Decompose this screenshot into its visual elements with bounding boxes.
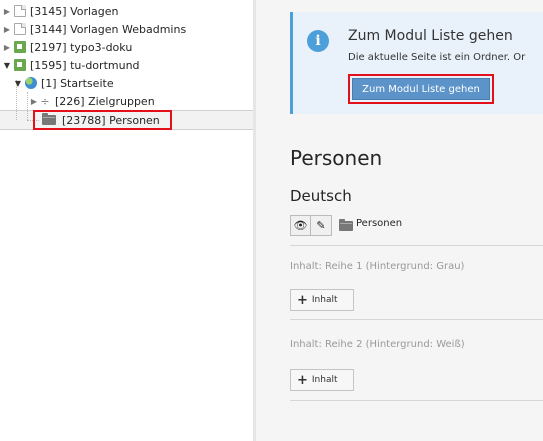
divider — [290, 319, 543, 320]
add-content-label: Inhalt — [311, 375, 338, 385]
tree-item-label: [3144] Vorlagen Webadmins — [30, 22, 187, 36]
folder-icon — [339, 219, 353, 231]
tree-item-label: [1595] tu-dortmund — [30, 58, 140, 72]
page-tree: ▶ [3145] Vorlagen ▶ [3144] Vorlagen Weba… — [0, 0, 256, 441]
plus-icon: + — [297, 372, 308, 388]
tree-connector — [27, 92, 28, 120]
column-title: Inhalt: Reihe 2 (Hintergrund: Weiß) — [290, 339, 465, 350]
go-to-list-module-button[interactable]: Zum Modul Liste gehen — [352, 78, 490, 100]
tree-item-label: [1] Startseite — [41, 76, 114, 90]
page-module-content: i Zum Modul Liste gehen Die aktuelle Sei… — [256, 0, 543, 441]
plus-icon: + — [297, 292, 308, 308]
divider — [290, 245, 543, 246]
add-content-label: Inhalt — [311, 295, 338, 305]
edit-page-button[interactable]: ✎ — [311, 215, 332, 236]
language-heading: Deutsch — [290, 187, 352, 205]
page-icon — [14, 23, 26, 35]
info-icon: i — [307, 30, 329, 52]
globe-icon — [25, 77, 37, 89]
view-page-button[interactable]: 👁 — [290, 215, 311, 236]
collapse-arrow-icon[interactable]: ▼ — [13, 79, 23, 88]
site-root-icon — [14, 59, 26, 71]
spacer-icon: ÷ — [40, 94, 50, 108]
tree-item-label: [2197] typo3-doku — [30, 40, 133, 54]
tree-item-label: [226] Zielgruppen — [55, 94, 155, 108]
divider — [290, 400, 543, 401]
tree-item-startseite[interactable]: ▼ [1] Startseite — [13, 74, 114, 92]
column-title: Inhalt: Reihe 1 (Hintergrund: Grau) — [290, 261, 465, 272]
tree-item-zielgruppen[interactable]: ▶ ÷ [226] Zielgruppen — [29, 92, 155, 110]
collapse-arrow-icon[interactable]: ▼ — [2, 61, 12, 70]
eye-icon: 👁 — [293, 219, 308, 232]
tree-item-vorlagen-webadmins[interactable]: ▶ [3144] Vorlagen Webadmins — [2, 20, 186, 38]
expand-arrow-icon[interactable]: ▶ — [2, 43, 12, 52]
page-title: Personen — [290, 146, 383, 170]
info-callout: i Zum Modul Liste gehen Die aktuelle Sei… — [290, 12, 543, 114]
tree-item-typo3-doku[interactable]: ▶ [2197] typo3-doku — [2, 38, 132, 56]
site-root-icon — [14, 41, 26, 53]
tree-item-label: [3145] Vorlagen — [30, 4, 119, 18]
pencil-icon: ✎ — [316, 219, 326, 232]
tree-item-tu-dortmund[interactable]: ▼ [1595] tu-dortmund — [2, 56, 140, 74]
expand-arrow-icon[interactable]: ▶ — [2, 7, 12, 16]
selection-highlight — [33, 110, 172, 130]
info-title: Zum Modul Liste gehen — [348, 28, 513, 44]
add-content-button[interactable]: + Inhalt — [290, 369, 354, 391]
expand-arrow-icon[interactable]: ▶ — [29, 97, 39, 106]
tree-item-vorlagen[interactable]: ▶ [3145] Vorlagen — [2, 2, 119, 20]
page-icon — [14, 5, 26, 17]
page-record-label: Personen — [356, 218, 403, 229]
info-text: Die aktuelle Seite ist ein Ordner. Or — [348, 52, 526, 63]
add-content-button[interactable]: + Inhalt — [290, 289, 354, 311]
expand-arrow-icon[interactable]: ▶ — [2, 25, 12, 34]
